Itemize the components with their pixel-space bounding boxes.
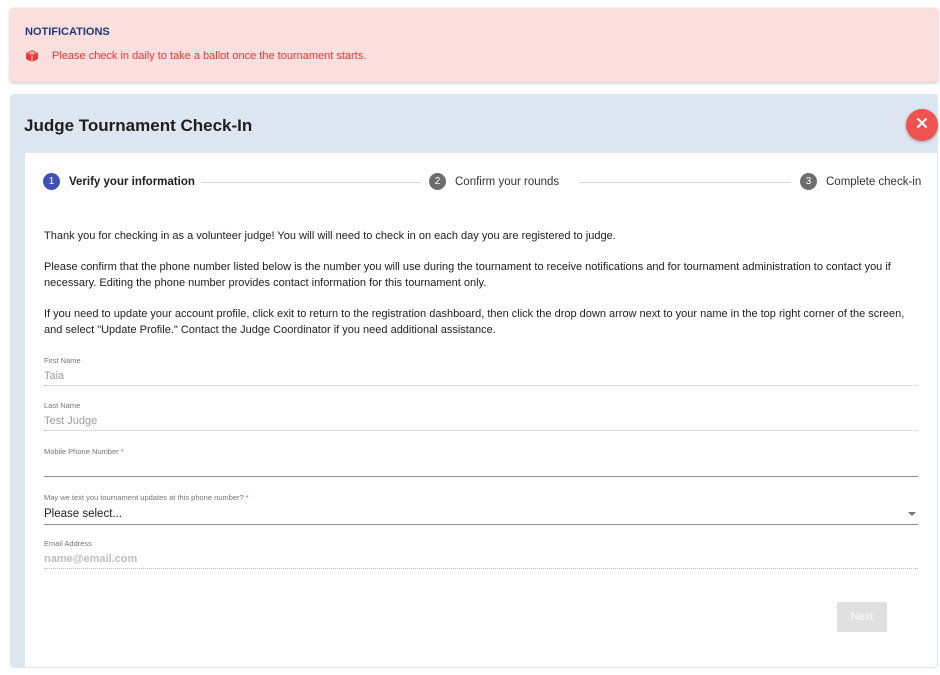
- email-field[interactable]: Email Address name@email.com: [44, 539, 918, 569]
- dropdown-arrow-icon[interactable]: [908, 512, 916, 516]
- stepper: 1 Verify your information 2 Confirm your…: [43, 173, 921, 191]
- mobile-phone-label: Mobile Phone Number *: [44, 447, 124, 456]
- check-in-panel: 1 Verify your information 2 Confirm your…: [25, 153, 937, 667]
- field-underline: [44, 524, 918, 525]
- first-name-value[interactable]: Taia: [44, 370, 918, 384]
- step-connector: [201, 182, 421, 183]
- first-name-label: First Name: [44, 356, 81, 365]
- step-number: 3: [800, 173, 817, 190]
- step-confirm-rounds[interactable]: 2 Confirm your rounds: [429, 173, 559, 190]
- page-title: Judge Tournament Check-In: [24, 116, 253, 135]
- text-updates-label: May we text you tournament updates at th…: [44, 493, 249, 502]
- step-label: Confirm your rounds: [455, 175, 560, 188]
- notification-message: Please check in daily to take a ballot o…: [52, 50, 367, 62]
- last-name-label: Last Name: [44, 401, 81, 410]
- check-in-card: Judge Tournament Check-In 1 Verify your …: [10, 94, 938, 668]
- notification-item: Please check in daily to take a ballot o…: [25, 49, 366, 63]
- close-icon: [916, 116, 928, 134]
- ballot-box-icon: [25, 49, 39, 63]
- text-updates-selected-value[interactable]: Please select...: [44, 508, 918, 520]
- intro-paragraph-2: Please confirm that the phone number lis…: [44, 261, 891, 289]
- step-label: Verify your information: [69, 175, 195, 188]
- intro-paragraph-3: If you need to update your account profi…: [44, 308, 905, 336]
- last-name-field[interactable]: Last Name Test Judge: [44, 401, 918, 431]
- next-button[interactable]: Next: [837, 602, 887, 632]
- last-name-value[interactable]: Test Judge: [44, 415, 918, 429]
- step-number: 1: [43, 173, 60, 190]
- mobile-phone-input[interactable]: [44, 461, 918, 475]
- mobile-phone-field[interactable]: Mobile Phone Number *: [44, 447, 918, 477]
- first-name-field[interactable]: First Name Taia: [44, 356, 918, 386]
- step-number: 2: [429, 173, 446, 190]
- close-button[interactable]: [906, 109, 938, 141]
- field-underline: [44, 430, 918, 431]
- text-updates-select[interactable]: May we text you tournament updates at th…: [44, 493, 918, 525]
- field-underline: [44, 476, 918, 477]
- intro-paragraph-1: Thank you for checking in as a volunteer…: [44, 230, 616, 242]
- step-verify-information[interactable]: 1 Verify your information: [43, 173, 195, 190]
- step-complete-check-in[interactable]: 3 Complete check-in: [800, 173, 921, 190]
- notifications-banner: NOTIFICATIONS Please check in daily to t…: [10, 8, 938, 82]
- email-value[interactable]: name@email.com: [44, 553, 918, 567]
- field-underline: [44, 385, 918, 386]
- notifications-title: NOTIFICATIONS: [25, 26, 110, 38]
- field-underline: [44, 568, 918, 569]
- email-label: Email Address: [44, 539, 92, 548]
- step-label: Complete check-in: [826, 175, 922, 188]
- step-connector: [579, 182, 791, 183]
